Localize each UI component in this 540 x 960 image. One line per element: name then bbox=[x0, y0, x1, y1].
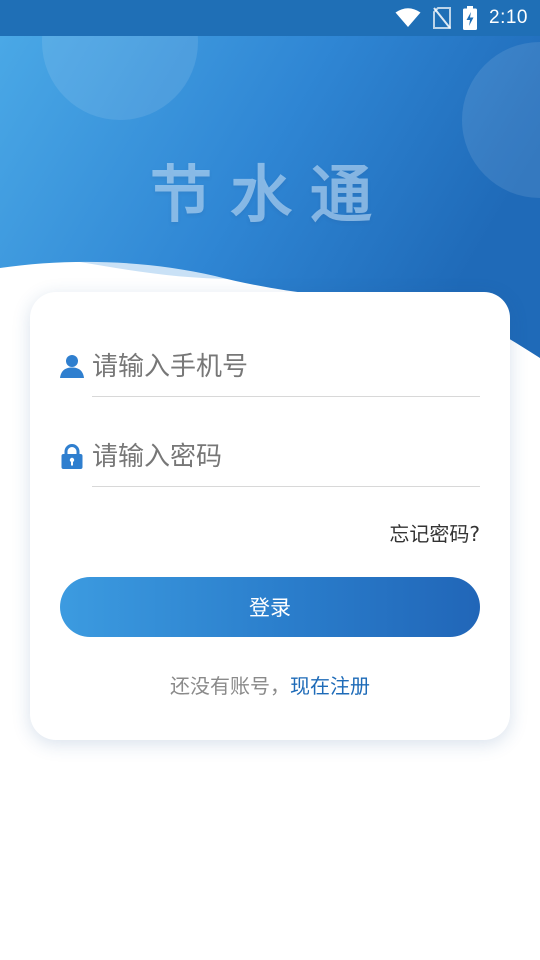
password-underline bbox=[92, 486, 480, 487]
app-logo: 节水通 bbox=[149, 158, 390, 231]
status-bar: 2:10 bbox=[0, 0, 540, 36]
password-input[interactable] bbox=[92, 428, 480, 486]
forgot-password-link[interactable]: 忘记密码? bbox=[389, 518, 480, 547]
phone-field bbox=[60, 338, 480, 398]
login-card: 忘记密码? 登录 还没有账号，现在注册 bbox=[30, 292, 510, 740]
wifi-icon bbox=[395, 8, 421, 27]
battery-charging-icon bbox=[463, 6, 478, 30]
register-prompt: 还没有账号， bbox=[170, 674, 290, 698]
phone-input[interactable] bbox=[92, 338, 480, 396]
phone-underline bbox=[92, 396, 480, 397]
status-icons: 2:10 bbox=[395, 0, 528, 36]
user-icon bbox=[60, 354, 84, 380]
login-button[interactable]: 登录 bbox=[60, 577, 480, 637]
password-field bbox=[60, 428, 480, 488]
register-line: 还没有账号，现在注册 bbox=[30, 670, 510, 699]
no-sim-icon bbox=[433, 7, 452, 29]
register-link[interactable]: 现在注册 bbox=[290, 674, 370, 698]
lock-icon bbox=[60, 444, 84, 470]
status-time: 2:10 bbox=[489, 7, 528, 28]
